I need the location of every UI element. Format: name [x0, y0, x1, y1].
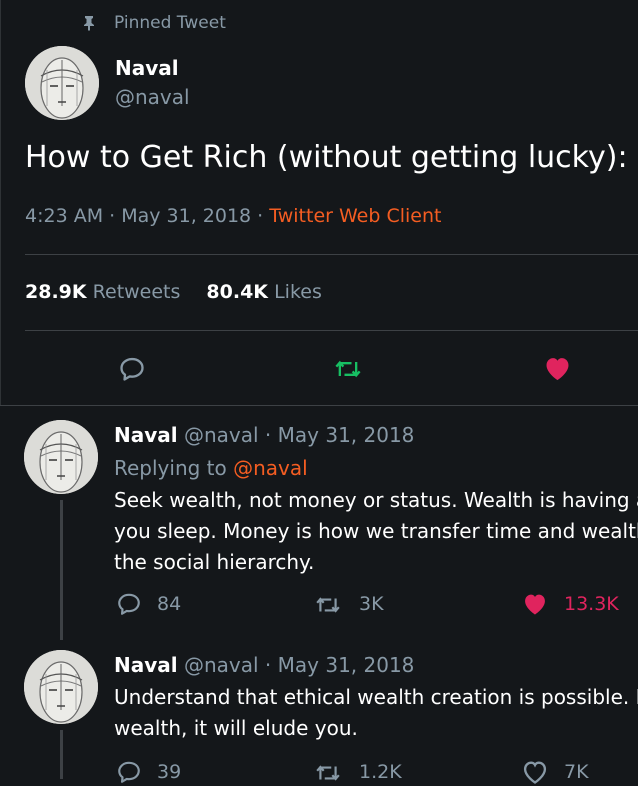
text-line: you sleep. Money is how we transfer time…: [114, 519, 638, 543]
text-line: Understand that ethical wealth creation …: [114, 685, 638, 709]
heart-icon[interactable]: [521, 590, 549, 618]
tweet-source-link[interactable]: Twitter Web Client: [269, 205, 441, 227]
retweet-icon[interactable]: [314, 760, 342, 786]
reply-text: Seek wealth, not money or status. Wealth…: [114, 485, 638, 578]
text-line: wealth, it will elude you.: [114, 716, 358, 740]
thread-line: [60, 500, 63, 640]
like-count: 13.3K: [564, 593, 619, 615]
retweet-icon[interactable]: [314, 592, 342, 618]
main-tweet[interactable]: Pinned Tweet Naval @naval How to Get Ric…: [0, 0, 638, 405]
replying-prefix: Replying to: [114, 456, 234, 480]
reply-icon[interactable]: [116, 759, 142, 785]
reply-text: Understand that ethical wealth creation …: [114, 682, 638, 744]
author-name[interactable]: Naval: [114, 423, 178, 447]
pinned-text: Pinned Tweet: [114, 13, 226, 33]
mention-link[interactable]: @naval: [233, 456, 308, 480]
heart-icon[interactable]: [542, 353, 573, 384]
text-line: the social hierarchy.: [114, 550, 315, 574]
reply-header: Naval @naval · May 31, 2018: [114, 423, 414, 447]
reply-header: Naval @naval · May 31, 2018: [114, 653, 414, 677]
pin-icon: [84, 16, 94, 31]
retweet-count: 3K: [359, 593, 384, 615]
likes-label: Likes: [274, 281, 322, 303]
heart-icon[interactable]: [521, 758, 549, 786]
author-name[interactable]: Naval: [114, 653, 178, 677]
retweet-count: 1.2K: [359, 761, 402, 783]
thread-line: [60, 730, 63, 779]
author-name[interactable]: Naval: [115, 56, 179, 80]
retweet-icon[interactable]: [333, 355, 363, 383]
avatar[interactable]: [24, 650, 98, 724]
divider: [0, 405, 638, 406]
reply-count: 84: [157, 593, 182, 615]
tweet-timestamp[interactable]: 4:23 AM · May 31, 2018 ·: [25, 205, 269, 227]
avatar[interactable]: [24, 420, 98, 494]
divider: [25, 330, 638, 331]
author-handle-date[interactable]: @naval · May 31, 2018: [184, 653, 414, 677]
likes-count: 80.4K: [206, 281, 269, 303]
reply-icon[interactable]: [118, 355, 146, 383]
like-count: 7K: [564, 761, 589, 783]
retweets-stat[interactable]: 28.9K Retweets: [25, 281, 180, 303]
author-handle[interactable]: @naval: [115, 85, 190, 109]
retweets-label: Retweets: [92, 281, 181, 303]
pinned-label: Pinned Tweet: [81, 13, 226, 33]
retweets-count: 28.9K: [25, 281, 87, 303]
author-handle-date[interactable]: @naval · May 31, 2018: [184, 423, 414, 447]
replying-to: Replying to @naval: [114, 456, 308, 480]
avatar[interactable]: [25, 46, 99, 120]
tweet-stats: 28.9K Retweets 80.4K Likes: [25, 281, 322, 303]
tweet-meta: 4:23 AM · May 31, 2018 · Twitter Web Cli…: [25, 205, 441, 227]
reply-icon[interactable]: [116, 591, 142, 617]
tweet-text: How to Get Rich (without getting lucky):: [25, 140, 628, 175]
divider: [25, 254, 638, 255]
likes-stat[interactable]: 80.4K Likes: [206, 281, 321, 303]
text-line: Seek wealth, not money or status. Wealth…: [114, 488, 638, 512]
reply-count: 39: [157, 761, 182, 783]
